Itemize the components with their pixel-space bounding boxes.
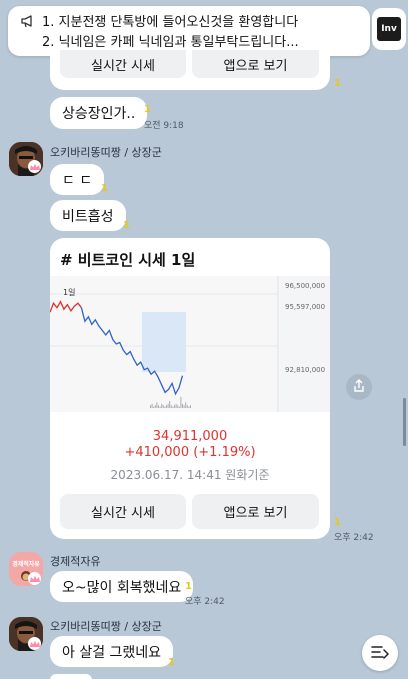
volume-bar: [167, 403, 169, 408]
crown-icon: [28, 637, 41, 650]
crown-icon: [28, 160, 41, 173]
btc-price-card[interactable]: # 비트코인 시세 1일 1일 96,500,000 95,597,000 92,8…: [49, 238, 330, 539]
sender-name: 경제적자유: [50, 555, 101, 568]
inv-label: Inv: [381, 24, 397, 34]
menu-lines-icon: [371, 644, 389, 663]
message-time: 오전 9:18: [144, 121, 184, 131]
volume-bar: [170, 405, 172, 408]
open-app-button[interactable]: 앱으로 보기: [192, 494, 319, 529]
message-time: 오후 2:42: [334, 533, 374, 543]
volume-bar: [150, 405, 151, 408]
volume-bar: [161, 403, 163, 408]
unread-count: 1: [334, 517, 341, 528]
message-bubble[interactable]: ㄷ ㄷ: [50, 164, 105, 195]
volume-bar: [188, 406, 190, 408]
link-preview-card-top: 실시간 시세 앱으로 보기: [50, 50, 330, 90]
volume-bar: [153, 406, 155, 408]
megaphone-icon: [20, 13, 36, 33]
unread-count: 1: [334, 78, 341, 89]
volume-bar: [177, 405, 179, 408]
menu-button[interactable]: [362, 635, 398, 671]
notice-line-2: 2. 닉네임은 카페 닉네임과 통일부탁드립니다...: [42, 35, 299, 50]
volume-bar: [156, 402, 158, 408]
volume-bar: [175, 403, 177, 408]
volume-bar: [162, 405, 164, 408]
volume-bar: [174, 405, 175, 408]
volume-bar: [166, 405, 167, 408]
realtime-price-button[interactable]: 실시간 시세: [60, 494, 186, 529]
unread-count: 1: [185, 581, 192, 592]
period-label: 1일: [63, 288, 75, 297]
message-bubble[interactable]: 아 살걸 그랬네요: [50, 636, 174, 667]
message-bubble-partial[interactable]: [50, 674, 92, 679]
current-price: 34,911,000: [152, 429, 228, 444]
scrollbar-thumb[interactable]: [403, 398, 406, 446]
unread-count: 1: [101, 183, 108, 194]
y-tick-label: 95,597,000: [285, 303, 325, 311]
crown-icon: [28, 572, 41, 585]
price-chart: 1일 96,500,000 95,597,000 92,810,000: [49, 276, 330, 412]
y-tick-label: 92,810,000: [285, 366, 325, 374]
volume-bar: [151, 403, 153, 408]
card-title: # 비트코인 시세 1일: [60, 251, 196, 269]
share-button[interactable]: [346, 374, 372, 400]
volume-bar: [169, 401, 171, 408]
share-icon: [352, 378, 366, 397]
volume-bar: [159, 406, 161, 408]
unread-count: 1: [144, 104, 151, 115]
sender-name: 오키바리똥띠짱 / 상장군: [50, 146, 162, 159]
sender-name: 오키바리똥띠짱 / 상장군: [50, 620, 162, 633]
notice-line-1: 1. 지분전쟁 단톡방에 들어오신것을 환영합니다: [42, 15, 299, 30]
volume-bar: [178, 406, 180, 408]
volume-bar: [182, 403, 183, 408]
chart-svg: 1일 96,500,000 95,597,000 92,810,000: [49, 276, 325, 412]
unread-count: 1: [123, 220, 130, 231]
volume-bar: [190, 405, 191, 408]
message-bubble[interactable]: 오~많이 회복했네요: [50, 571, 194, 602]
volume-bar: [183, 405, 185, 408]
realtime-price-button[interactable]: 실시간 시세: [60, 50, 186, 78]
open-app-button[interactable]: 앱으로 보기: [192, 50, 319, 78]
price-change: +410,000 (+1.19%): [124, 445, 256, 460]
volume-bar: [158, 405, 159, 408]
avatar-label: 경제적자유: [12, 561, 40, 568]
unread-count: 1: [168, 657, 175, 668]
volume-bar: [164, 406, 166, 408]
volume-bar: [185, 402, 187, 408]
quote-date: 2023.06.17. 14:41 원화기준: [110, 468, 270, 482]
volume-bar: [186, 405, 188, 408]
volume-bar: [180, 396, 182, 408]
notice-bar[interactable]: 1. 지분전쟁 단톡방에 들어오신것을 환영합니다 2. 닉네임은 카페 닉네임…: [8, 6, 370, 56]
volume-bar: [154, 405, 156, 408]
inv-app-logo[interactable]: Inv: [372, 8, 406, 50]
message-bubble[interactable]: 상승장인가..: [50, 97, 148, 129]
message-time: 오후 2:42: [185, 597, 225, 607]
volume-bar: [172, 406, 174, 408]
y-tick-label: 96,500,000: [285, 282, 325, 290]
message-bubble[interactable]: 비트흡성: [50, 200, 126, 231]
